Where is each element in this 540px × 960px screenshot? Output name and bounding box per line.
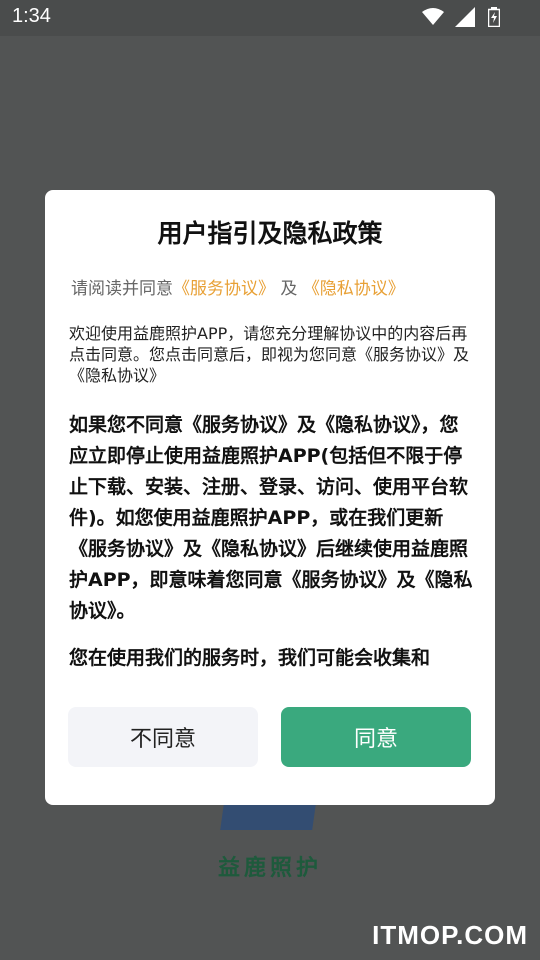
subtitle-and: 及 [280,279,298,299]
watermark: ITMOP.COM [372,920,528,950]
wifi-icon [421,7,444,31]
service-agreement-link[interactable]: 《服务协议》 [173,279,275,299]
disagree-button[interactable]: 不同意 [68,707,258,767]
status-bar: 1:34 [0,0,540,36]
subtitle-prefix: 请阅读并同意 [71,279,173,299]
privacy-dialog: 用户指引及隐私政策 请阅读并同意《服务协议》 及 《隐私协议》 欢迎使用益鹿照护… [45,190,495,805]
dialog-title: 用户指引及隐私政策 [157,219,383,248]
agreement-paragraph-1: 如果您不同意《服务协议》及《隐私协议》，您应立即停止使用益鹿照护APP(包括但不… [69,414,473,622]
agreement-scroll-area[interactable]: 如果您不同意《服务协议》及《隐私协议》，您应立即停止使用益鹿照护APP(包括但不… [69,410,473,674]
agreement-paragraph-2: 您在使用我们的服务时，我们可能会收集和 [69,647,431,669]
privacy-policy-link[interactable]: 《隐私协议》 [303,279,405,299]
signal-icon [454,7,475,31]
dialog-intro: 欢迎使用益鹿照护APP，请您充分理解协议中的内容后再点击同意。您点击同意后，即视… [69,324,470,385]
status-icons [421,7,501,31]
dialog-subtitle: 请阅读并同意《服务协议》 及 《隐私协议》 [71,274,405,299]
app-name: 益鹿照护 [218,856,323,881]
agree-button[interactable]: 同意 [281,707,471,767]
status-time: 1:34 [12,5,51,27]
battery-icon [487,7,501,31]
